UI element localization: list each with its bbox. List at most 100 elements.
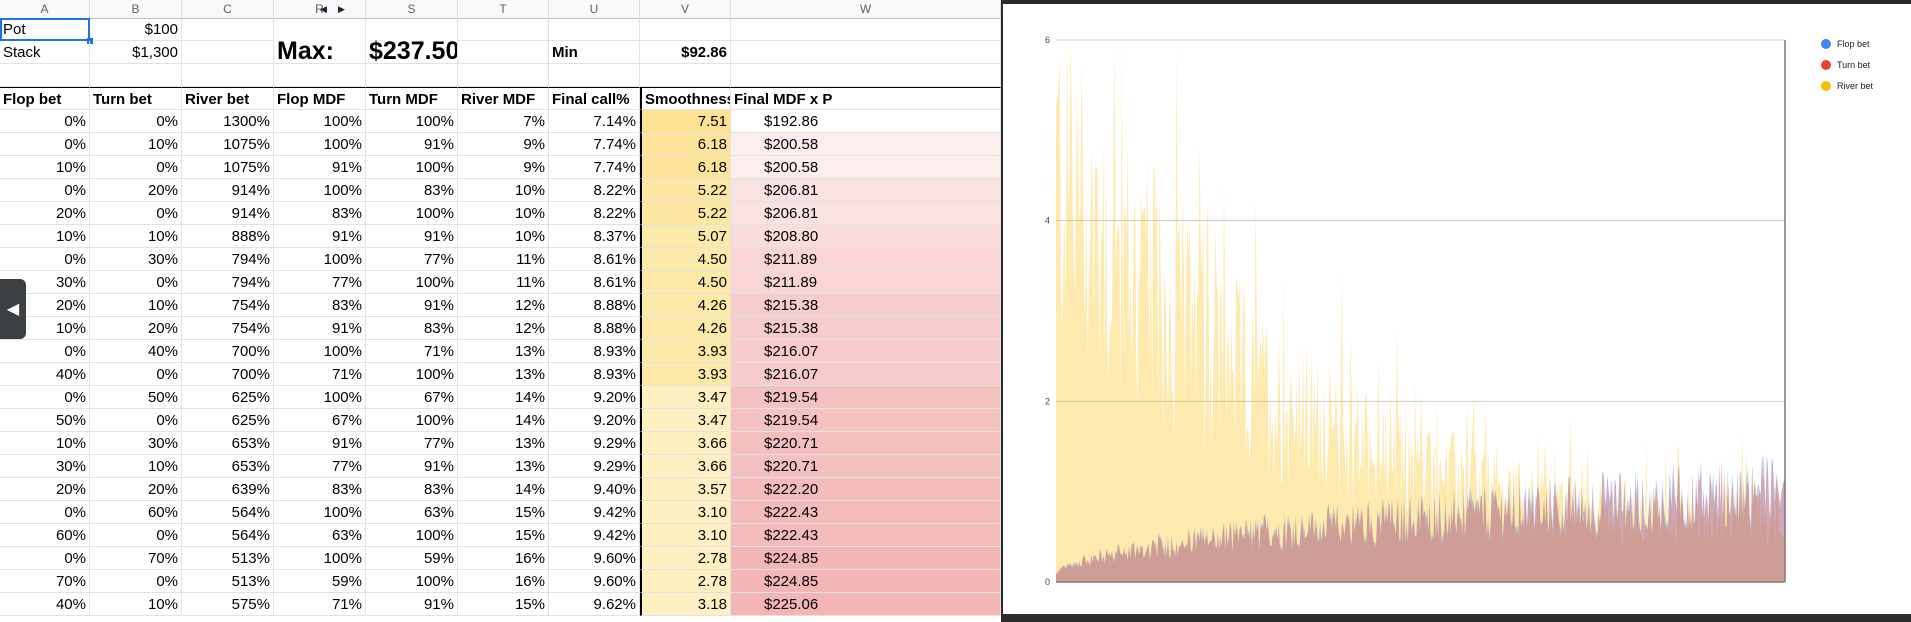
cell-turn-mdf[interactable]: 83% [366,179,458,202]
cell-final-call[interactable]: 7.14% [549,110,640,133]
cell-empty[interactable] [640,64,731,87]
cell-flop-mdf[interactable]: 100% [274,133,366,156]
cell-flop-mdf[interactable]: 71% [274,593,366,616]
cell-empty[interactable] [458,64,549,87]
column-header-v[interactable]: V [640,0,731,18]
cell-smoothness[interactable]: 4.50 [640,248,731,271]
cell-turn-mdf[interactable]: 100% [366,271,458,294]
cell-final-mdf[interactable]: $220.71 [731,455,1001,478]
cell-flop-mdf[interactable]: 100% [274,547,366,570]
cell-river-bet[interactable]: 794% [182,271,274,294]
cell-flop-bet[interactable]: 0% [0,133,90,156]
cell-turn-bet[interactable]: 70% [90,547,182,570]
cell-turn-bet[interactable]: 10% [90,225,182,248]
cell-min-label[interactable]: Min [549,41,640,64]
cell-flop-bet[interactable]: 0% [0,386,90,409]
header-final-mdf[interactable]: Final MDF x P [731,87,1001,110]
header-smoothness[interactable]: Smoothness [640,87,731,110]
cell-river-bet[interactable]: 1075% [182,133,274,156]
cell-turn-mdf[interactable]: 83% [366,478,458,501]
cell-smoothness[interactable]: 3.93 [640,340,731,363]
cell-turn-mdf[interactable]: 63% [366,501,458,524]
cell-smoothness[interactable]: 2.78 [640,547,731,570]
cell-river-mdf[interactable]: 15% [458,501,549,524]
cell-river-bet[interactable]: 754% [182,294,274,317]
cell-final-call[interactable]: 8.22% [549,202,640,225]
cell-flop-bet[interactable]: 0% [0,547,90,570]
side-panel-collapse-button[interactable]: ◀ [0,279,26,339]
cell-final-call[interactable]: 7.74% [549,156,640,179]
cell-final-call[interactable]: 8.61% [549,248,640,271]
cell-river-mdf[interactable]: 10% [458,179,549,202]
cell-flop-mdf[interactable]: 91% [274,432,366,455]
cell-final-mdf[interactable]: $219.54 [731,409,1001,432]
cell-smoothness[interactable]: 7.51 [640,110,731,133]
cell-turn-mdf[interactable]: 91% [366,294,458,317]
cell-flop-bet[interactable]: 10% [0,432,90,455]
cell-final-call[interactable]: 8.61% [549,271,640,294]
header-flop-bet[interactable]: Flop bet [0,87,90,110]
cell-turn-mdf[interactable]: 100% [366,110,458,133]
cell-turn-bet[interactable]: 10% [90,593,182,616]
cell-final-mdf[interactable]: $208.80 [731,225,1001,248]
cell-river-mdf[interactable]: 14% [458,478,549,501]
cell-river-mdf[interactable]: 12% [458,317,549,340]
cell-final-mdf[interactable]: $206.81 [731,202,1001,225]
cell-flop-bet[interactable]: 40% [0,363,90,386]
cell-final-call[interactable]: 9.29% [549,455,640,478]
cell-turn-bet[interactable]: 20% [90,478,182,501]
cell-flop-mdf[interactable]: 83% [274,294,366,317]
cell-river-bet[interactable]: 1300% [182,110,274,133]
cell-final-call[interactable]: 9.20% [549,386,640,409]
cell-empty[interactable] [458,18,549,41]
cell-empty[interactable] [0,64,90,87]
cell-river-mdf[interactable]: 16% [458,547,549,570]
cell-smoothness[interactable]: 5.22 [640,202,731,225]
cell-river-mdf[interactable]: 14% [458,409,549,432]
legend-item[interactable]: River bet [1821,79,1873,93]
cell-empty[interactable] [182,18,274,41]
cell-turn-bet[interactable]: 20% [90,179,182,202]
cell-flop-mdf[interactable]: 91% [274,317,366,340]
cell-smoothness[interactable]: 3.93 [640,363,731,386]
cell-river-bet[interactable]: 625% [182,386,274,409]
cell-flop-mdf[interactable]: 100% [274,501,366,524]
cell-turn-mdf[interactable]: 100% [366,570,458,593]
cell-smoothness[interactable]: 3.10 [640,524,731,547]
cell-turn-mdf[interactable]: 100% [366,409,458,432]
cell-stack-label[interactable]: Stack [0,41,90,64]
column-header-t[interactable]: T [458,0,549,18]
cell-river-bet[interactable]: 513% [182,570,274,593]
cell-river-bet[interactable]: 700% [182,363,274,386]
column-header-u[interactable]: U [549,0,640,18]
cell-turn-bet[interactable]: 50% [90,386,182,409]
cell-flop-mdf[interactable]: 91% [274,225,366,248]
cell-turn-bet[interactable]: 0% [90,202,182,225]
cell-flop-bet[interactable]: 0% [0,248,90,271]
cell-turn-bet[interactable]: 0% [90,271,182,294]
cell-flop-mdf[interactable]: 71% [274,363,366,386]
cell-turn-bet[interactable]: 30% [90,432,182,455]
cell-max-label[interactable]: Max: [274,18,366,64]
cell-flop-bet[interactable]: 30% [0,455,90,478]
cell-final-mdf[interactable]: $222.20 [731,478,1001,501]
cell-empty[interactable] [90,64,182,87]
cell-turn-mdf[interactable]: 91% [366,455,458,478]
cell-flop-mdf[interactable]: 83% [274,202,366,225]
cell-flop-mdf[interactable]: 63% [274,524,366,547]
cell-pot-value[interactable]: $100 [90,18,182,41]
cell-final-call[interactable]: 8.37% [549,225,640,248]
cell-smoothness[interactable]: 3.57 [640,478,731,501]
cell-turn-bet[interactable]: 10% [90,294,182,317]
cell-river-mdf[interactable]: 15% [458,524,549,547]
cell-smoothness[interactable]: 3.18 [640,593,731,616]
cell-river-bet[interactable]: 700% [182,340,274,363]
cell-final-mdf[interactable]: $225.06 [731,593,1001,616]
cell-final-mdf[interactable]: $219.54 [731,386,1001,409]
cell-final-mdf[interactable]: $192.86 [731,110,1001,133]
cell-smoothness[interactable]: 5.07 [640,225,731,248]
cell-final-mdf[interactable]: $200.58 [731,133,1001,156]
cell-final-mdf[interactable]: $215.38 [731,294,1001,317]
cell-turn-mdf[interactable]: 100% [366,156,458,179]
cell-turn-mdf[interactable]: 67% [366,386,458,409]
